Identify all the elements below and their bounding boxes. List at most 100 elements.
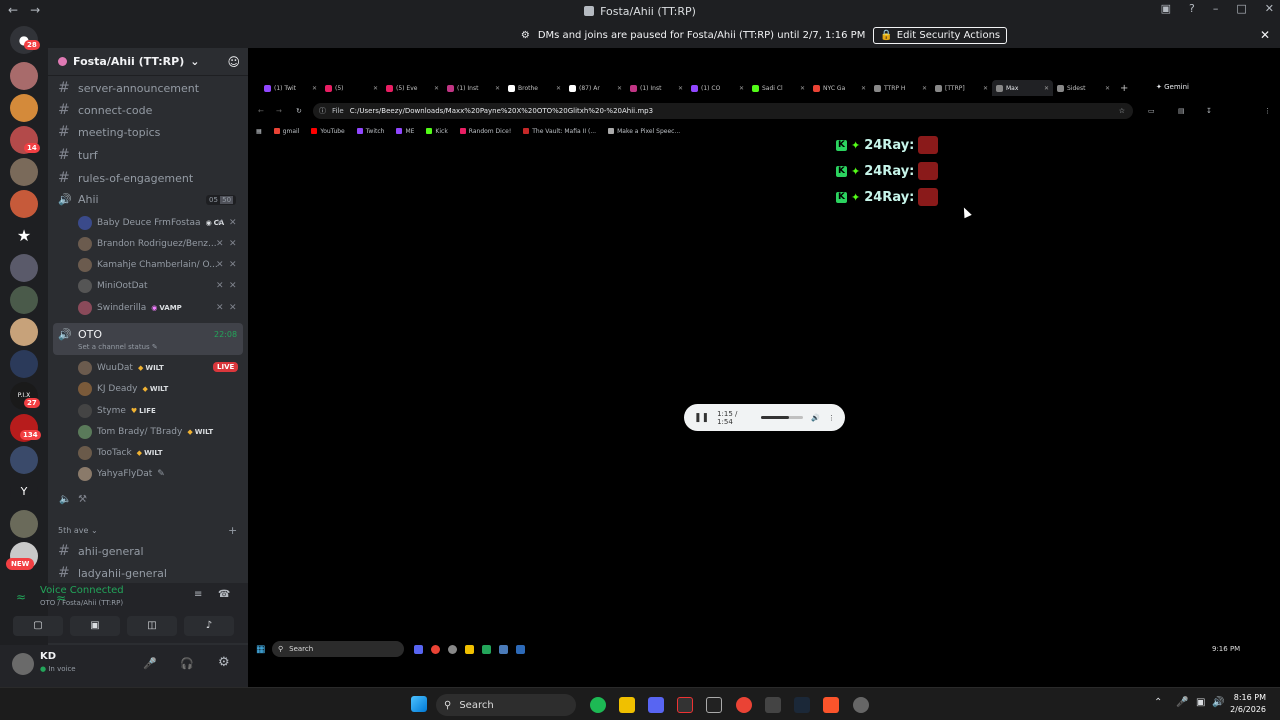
tab-close-icon[interactable]: ✕ [312, 85, 317, 92]
inbox-icon[interactable]: ▣ [1161, 2, 1171, 15]
edit-security-button[interactable]: 🔒 Edit Security Actions [873, 26, 1008, 44]
chrome-icon[interactable] [736, 697, 752, 713]
gear-icon[interactable]: ⚙ [218, 655, 230, 670]
discord-icon[interactable] [648, 697, 664, 713]
star-icon[interactable]: ☆ [1119, 107, 1125, 115]
tab-close-icon[interactable]: ✕ [1044, 85, 1049, 92]
browser-tab[interactable]: (5) ✕ [321, 80, 382, 96]
back-icon[interactable]: ← [258, 107, 264, 115]
folder-icon[interactable] [619, 697, 635, 713]
app-icon[interactable] [765, 697, 781, 713]
browser-tab[interactable]: NYC Ga ✕ [809, 80, 870, 96]
apps-grid-icon[interactable]: ▦ [256, 128, 262, 135]
disconnect-icon[interactable]: ☎ [218, 589, 230, 600]
server-item[interactable] [10, 254, 38, 282]
banner-close-icon[interactable]: ✕ [1260, 28, 1270, 42]
bookmark-item[interactable]: gmail [273, 128, 299, 135]
tab-close-icon[interactable]: ✕ [800, 85, 805, 92]
app-icon[interactable] [677, 697, 693, 713]
headset-icon[interactable]: 🎧 [180, 657, 194, 670]
server-item[interactable] [10, 286, 38, 314]
server-item[interactable] [10, 190, 38, 218]
server-item[interactable] [10, 446, 38, 474]
browser-tab[interactable]: [TTRP] ✕ [931, 80, 992, 96]
wrench-icon[interactable]: ⚒ [78, 494, 87, 505]
gemini-button[interactable]: ✦ Gemini [1156, 83, 1189, 91]
brave-icon[interactable] [823, 697, 839, 713]
tab-close-icon[interactable]: ✕ [1105, 85, 1110, 92]
reload-icon[interactable]: ↻ [296, 107, 302, 115]
browser-tab[interactable]: TTRP H ✕ [870, 80, 931, 96]
server-item[interactable] [10, 158, 38, 186]
browser-tab[interactable]: (1) CO ✕ [687, 80, 748, 96]
browser-tab[interactable]: (1) Twit ✕ [260, 80, 321, 96]
tray-network-icon[interactable]: ▣ [1196, 697, 1205, 708]
forward-icon[interactable]: → [276, 107, 282, 115]
tab-close-icon[interactable]: ✕ [617, 85, 622, 92]
tab-close-icon[interactable]: ✕ [861, 85, 866, 92]
bookmark-item[interactable]: ME [396, 128, 414, 135]
activities-button[interactable]: ◫ [127, 616, 177, 636]
tab-close-icon[interactable]: ✕ [922, 85, 927, 92]
menu-icon[interactable]: ⋮ [1264, 107, 1271, 115]
server-letter[interactable]: Y [10, 478, 38, 506]
voice-member[interactable]: Tom Brady/ TBrady ◆ WILT [78, 425, 213, 439]
taskbar-clock[interactable]: 8:16 PM 2/6/2026 [1230, 692, 1266, 716]
channel-item[interactable]: # server-announcement [58, 80, 199, 96]
voice-member[interactable]: Kamahje Chamberlain/ O... [78, 258, 218, 272]
camera-button[interactable]: ▢ [13, 616, 63, 636]
server-item[interactable] [10, 62, 38, 90]
tab-close-icon[interactable]: ✕ [495, 85, 500, 92]
forward-arrow-icon[interactable]: → [30, 3, 40, 17]
browser-tab[interactable]: (1) Inst ✕ [626, 80, 687, 96]
channel-item[interactable]: # connect-code [58, 102, 152, 118]
channel-status[interactable]: Set a channel status ✎ [78, 343, 158, 351]
browser-tab[interactable]: (1) Inst ✕ [443, 80, 504, 96]
browser-tab[interactable]: Sadi Cl ✕ [748, 80, 809, 96]
channel-item[interactable]: # ahii-general [58, 543, 144, 559]
tab-close-icon[interactable]: ✕ [556, 85, 561, 92]
tray-chevron-icon[interactable]: ⌃ [1154, 697, 1162, 708]
bookmark-item[interactable]: The Vault: Mafia II (... [523, 128, 596, 135]
browser-tab[interactable]: Max ✕ [992, 80, 1053, 96]
add-channel-icon[interactable]: + [228, 524, 237, 537]
obs-icon[interactable] [853, 697, 869, 713]
channel-item[interactable]: # ladyahii-general [58, 565, 167, 581]
voice-location-text[interactable]: OTO / Fosta/Ahii (TT:RP) [40, 599, 123, 607]
bookmark-item[interactable]: Random Dice! [459, 128, 511, 135]
sidepanel-icon[interactable]: ▤ [1178, 107, 1185, 115]
voice-member[interactable]: Brandon Rodriguez/Benz... [78, 237, 217, 251]
spotify-icon[interactable] [590, 697, 606, 713]
voice-member[interactable]: Baby Deuce FrmFostaa ◉ CA [78, 216, 224, 230]
voice-member[interactable]: WuuDat ◆ WILT [78, 361, 164, 375]
voice-member[interactable]: TooTack ◆ WILT [78, 446, 162, 460]
voice-member[interactable]: YahyaFlyDat ✎ [78, 467, 165, 481]
server-item[interactable] [10, 94, 38, 122]
category-header[interactable]: 5th ave ⌄ [58, 526, 98, 535]
url-field[interactable]: ⓘ File C:/Users/Beezy/Downloads/Maxx%20P… [313, 103, 1133, 119]
server-item[interactable] [10, 350, 38, 378]
tab-close-icon[interactable]: ✕ [739, 85, 744, 92]
tab-close-icon[interactable]: ✕ [434, 85, 439, 92]
bookmark-item[interactable]: Kick [426, 128, 448, 135]
seek-bar[interactable] [761, 416, 804, 419]
server-item[interactable] [10, 510, 38, 538]
extensions-icon[interactable]: ▭ [1148, 107, 1155, 115]
tray-volume-icon[interactable]: 🔊 [1212, 697, 1224, 708]
pause-icon[interactable]: ❚❚ [694, 413, 709, 423]
taskbar-search[interactable]: ⚲ Search [436, 694, 576, 716]
tray-mic-icon[interactable]: 🎤 [1176, 697, 1188, 708]
browser-tab[interactable]: (87) Ar ✕ [565, 80, 626, 96]
channel-item[interactable]: # meeting-topics [58, 124, 160, 140]
close-icon[interactable]: ✕ [1265, 2, 1274, 15]
back-arrow-icon[interactable]: ← [8, 3, 18, 17]
maximize-icon[interactable]: □ [1236, 2, 1246, 15]
start-icon[interactable] [411, 696, 427, 712]
voice-channel-ahii[interactable]: 🔊 Ahii 05 50 [58, 193, 238, 206]
bookmark-item[interactable]: Twitch [356, 128, 384, 135]
tab-close-icon[interactable]: ✕ [983, 85, 988, 92]
steam-icon[interactable] [794, 697, 810, 713]
server-header[interactable]: Fosta/Ahii (TT:RP) ⌄ ☺ [48, 48, 248, 76]
browser-tab[interactable]: (5) Eve ✕ [382, 80, 443, 96]
tab-close-icon[interactable]: ✕ [678, 85, 683, 92]
